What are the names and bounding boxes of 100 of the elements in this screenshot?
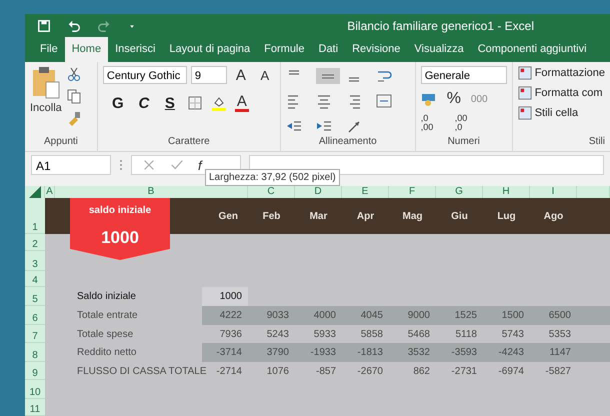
ribbon-tab[interactable]: File <box>33 37 65 62</box>
save-icon[interactable] <box>37 18 51 33</box>
row-header[interactable]: 1 <box>25 198 45 234</box>
ribbon-tab[interactable]: Componenti aggiuntivi <box>470 37 594 62</box>
row-label: Saldo iniziale <box>76 291 136 302</box>
column-header[interactable]: D <box>295 186 342 198</box>
bold-button[interactable]: G <box>108 94 127 112</box>
value-cell-text: -2714 <box>215 364 243 379</box>
value-cell-text: 5933 <box>312 328 337 342</box>
row-header[interactable]: 5 <box>25 287 45 306</box>
column-header[interactable]: F <box>389 186 436 198</box>
function-label[interactable]: f <box>198 158 202 173</box>
select-all-icon[interactable] <box>28 186 40 198</box>
row-label: Totale entrate <box>76 310 138 322</box>
scissors-icon[interactable] <box>66 66 82 82</box>
row-header[interactable]: 6 <box>25 306 45 326</box>
copy-icon[interactable] <box>66 88 82 104</box>
grow-font-button[interactable]: A <box>230 66 251 84</box>
table-style-icon <box>518 86 532 100</box>
ribbon-tab[interactable]: Dati <box>312 37 346 62</box>
column-header[interactable]: A <box>45 186 55 198</box>
value-cell: -3593 <box>436 343 483 362</box>
row-header[interactable]: 7 <box>25 325 45 344</box>
font-color-button[interactable]: A <box>234 94 249 112</box>
underline-button[interactable]: S <box>160 94 179 112</box>
row-header[interactable]: 8 <box>25 343 45 362</box>
name-box[interactable]: A1 <box>31 155 111 176</box>
italic-button[interactable]: C <box>134 94 153 112</box>
value-cell-text: 862 <box>412 364 431 379</box>
value-cell: 1500 <box>483 306 530 326</box>
undo-icon[interactable] <box>67 18 81 33</box>
align-middle-icon[interactable] <box>316 68 340 84</box>
value-cell: -1813 <box>342 343 389 362</box>
align-center-icon[interactable] <box>316 93 332 110</box>
header-cell <box>577 198 610 234</box>
row-header[interactable]: 11 <box>25 399 45 416</box>
decimal-button[interactable]: ,00 ,0 <box>454 114 475 132</box>
row-label: FLUSSO DI CASSA TOTALE <box>76 366 206 377</box>
header-cell <box>45 198 55 234</box>
borders-icon[interactable] <box>186 95 203 112</box>
value-cell-text: 5468 <box>406 328 431 342</box>
column-header[interactable]: E <box>342 186 389 198</box>
value-cell-text: 5858 <box>360 328 384 342</box>
window-title: Bilancio familiare generico1 - Excel <box>347 18 534 33</box>
ribbon-tab[interactable]: Layout di pagina <box>162 37 258 62</box>
table-style-icon <box>518 106 532 120</box>
value-cell-text: 1076 <box>266 364 290 379</box>
column-header[interactable]: G <box>436 186 483 198</box>
month-cell: Mag <box>389 198 436 234</box>
group-label: Numeri <box>446 134 481 149</box>
value-cell: -1933 <box>295 343 342 362</box>
column-header[interactable] <box>577 186 610 198</box>
value-cell-text: 5743 <box>500 328 525 342</box>
shrink-font-button[interactable]: A <box>254 68 275 83</box>
column-header[interactable]: H <box>483 186 530 198</box>
row-header[interactable]: 3 <box>25 251 45 272</box>
value-cell-text: -5827 <box>544 364 572 379</box>
row-header[interactable]: 10 <box>25 380 45 400</box>
month-cell: Mar <box>295 198 342 234</box>
decimal-button[interactable]: ,0 ,00 <box>420 114 441 132</box>
row-label: Reddito netto <box>76 347 136 358</box>
month-cell: Apr <box>342 198 389 234</box>
value-cell: 1147 <box>530 343 577 362</box>
row-header[interactable]: 4 <box>25 271 45 288</box>
styles-button[interactable]: Formatta com <box>518 86 605 100</box>
percent-button[interactable]: % <box>446 90 461 108</box>
font-name-field[interactable]: Century Gothic <box>102 66 187 84</box>
row-header[interactable]: 9 <box>25 362 45 380</box>
column-header[interactable]: I <box>530 186 577 198</box>
font-size-field[interactable]: 9 <box>190 66 227 84</box>
value-cell: 4000 <box>295 306 342 326</box>
clipboard-icon <box>30 66 61 100</box>
thousands-button[interactable]: 000 <box>470 94 488 105</box>
table-style-icon <box>518 66 532 80</box>
group-label: Allineamento <box>318 134 378 149</box>
number-format-field[interactable]: Generale <box>420 66 507 84</box>
value-cell-text: -6974 <box>497 364 525 379</box>
styles-button[interactable]: Formattazione <box>518 66 605 80</box>
check-icon[interactable] <box>170 158 184 172</box>
fill-color-icon[interactable] <box>210 95 227 112</box>
ribbon-tab[interactable]: Formule <box>257 37 312 62</box>
ribbon-tab[interactable]: Home <box>64 37 108 62</box>
value-cell: 1525 <box>436 306 483 326</box>
column-header[interactable]: C <box>248 186 295 198</box>
value-cell: -4243 <box>483 343 530 362</box>
ribbon-tab[interactable]: Visualizza <box>407 37 471 62</box>
row-header[interactable]: 2 <box>25 234 45 252</box>
value-cell: 1000 <box>202 287 248 306</box>
value-cell: 9033 <box>248 306 295 326</box>
table-cell <box>577 306 610 326</box>
column-header[interactable]: B <box>55 186 248 198</box>
ribbon-tab[interactable]: Revisione <box>345 37 408 62</box>
paste-button[interactable]: Incolla <box>30 66 62 135</box>
value-cell-text: 7936 <box>218 328 243 342</box>
ribbon-tab[interactable]: Inserisci <box>108 37 162 62</box>
group-label: Appunti <box>42 134 79 149</box>
month-cell: Giu <box>436 198 483 234</box>
styles-button[interactable]: Stili cella <box>518 106 605 120</box>
merge-cells-icon[interactable] <box>376 93 392 110</box>
currency-icon[interactable] <box>420 91 437 108</box>
